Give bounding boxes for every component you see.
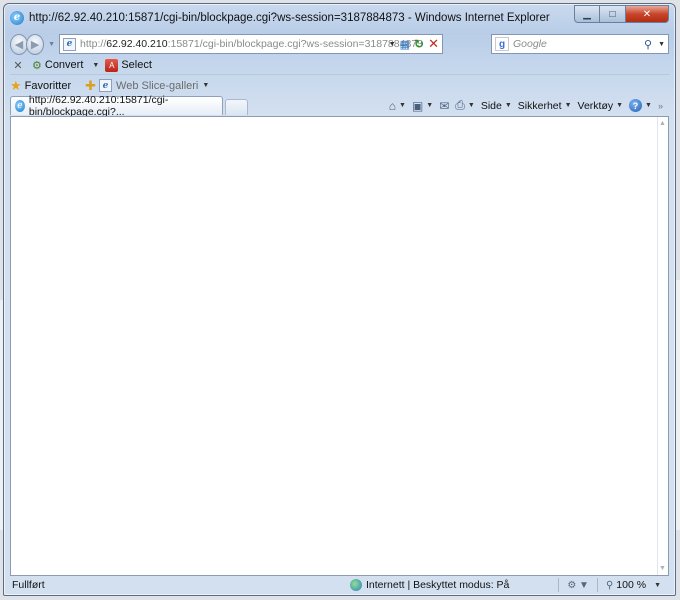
convert-button[interactable]: ⚙ Convert ▼ [32,59,99,72]
safety-menu-dropdown-icon: ▼ [564,102,572,109]
favorites-button[interactable]: ★ Favoritter [10,78,71,94]
convert-label: Convert [44,59,84,71]
browser-window: e http://62.92.40.210:15871/cgi-bin/bloc… [3,3,676,596]
web-slice-dropdown-icon[interactable]: ▼ [202,82,209,89]
more-tools-chevron-icon[interactable]: » [658,101,663,111]
page-menu-label: Side [480,99,502,112]
scroll-down-arrow-icon[interactable]: ▼ [659,565,666,572]
convert-icon: ⚙ [32,59,42,72]
tools-menu[interactable]: Verktøy ▼ [578,100,624,112]
page-content[interactable]: ▲ ▼ [10,116,669,576]
tab-page-icon: e [15,100,25,112]
safety-menu-label: Sikkerhet [517,99,562,112]
print-button[interactable]: ⎙ ▼ [455,98,475,113]
favorites-bar: ★ Favoritter ✚ e Web Slice-galleri ▼ [10,74,669,94]
status-bar: Fullført Internett | Beskyttet modus: På… [10,577,669,593]
vertical-scrollbar[interactable]: ▲ ▼ [657,117,668,575]
scroll-up-arrow-icon[interactable]: ▲ [659,120,666,127]
navigation-bar: ◀ ▶ ▼ e http://62.92.40.210:15871/cgi-bi… [10,32,669,56]
feeds-button[interactable]: ▣ ▼ [412,99,433,113]
tools-menu-label: Verktøy [577,99,614,112]
status-separator [596,578,598,592]
address-bar[interactable]: e http://62.92.40.210:15871/cgi-bin/bloc… [59,34,443,54]
web-slice-page-icon: e [99,79,113,92]
feeds-dropdown-icon[interactable]: ▼ [426,102,433,109]
address-dropdown-icon[interactable]: ▼ [389,41,396,48]
command-bar: ✕ ⚙ Convert ▼ A Select [10,57,669,73]
security-zone[interactable]: Internett | Beskyttet modus: På [350,579,509,591]
select-button[interactable]: A Select [105,58,152,72]
pdf-icon: A [105,58,119,72]
address-url[interactable]: http://62.92.40.210:15871/cgi-bin/blockp… [80,38,423,50]
zoom-dropdown-icon[interactable]: ▼ [654,582,661,589]
mail-icon: ✉ [439,98,450,113]
rss-feed-icon: ▣ [411,98,424,113]
page-menu[interactable]: Side ▼ [481,100,512,112]
search-placeholder[interactable]: Google [513,38,547,50]
search-icon[interactable]: ⚲ [644,38,652,51]
forward-arrow-icon: ▶ [30,38,40,51]
zoom-level: 100 % [616,579,647,591]
popup-settings-icon[interactable]: ⚙ ▼ [567,580,589,591]
security-zone-label: Internett | Beskyttet modus: På [366,579,510,591]
status-text: Fullført [12,579,45,591]
refresh-icon[interactable]: ↻ [414,37,424,51]
page-menu-dropdown-icon: ▼ [504,102,512,109]
help-menu[interactable]: ? ▼ [629,99,652,112]
home-dropdown-icon[interactable]: ▼ [399,102,406,109]
page-icon: e [63,37,76,51]
search-controls: ⚲ ▼ [644,38,665,51]
status-separator [558,578,560,592]
window-controls: ▁ □ ✕ [574,5,669,23]
zoom-icon: ⚲ [605,579,614,591]
toolbar-close-icon[interactable]: ✕ [10,59,26,72]
stop-icon[interactable]: ✕ [428,36,439,52]
google-icon: g [495,37,509,51]
tab-tools: ⌂ ▼ ▣ ▼ ✉ ⎙ ▼ Side ▼ Sikkerhet ▼ Verktøy ▼ ? ▼ … [389,98,669,115]
home-button[interactable]: ⌂ ▼ [389,99,406,113]
add-favorite-icon[interactable]: ✚ [85,78,96,94]
tab-blockpage[interactable]: e http://62.92.40.210:15871/cgi-bin/bloc… [10,94,223,118]
maximize-button[interactable]: □ [600,5,626,23]
print-dropdown-icon[interactable]: ▼ [468,102,475,109]
window-title: http://62.92.40.210:15871/cgi-bin/blockp… [29,11,550,24]
forward-button[interactable]: ▶ [26,33,45,55]
internet-zone-globe-icon [350,579,362,591]
select-label: Select [121,59,152,71]
zoom-button[interactable]: ⚲ 100 % [606,579,646,591]
web-slice-gallery-button[interactable]: ✚ e Web Slice-galleri ▼ [85,78,209,94]
address-tools: ▼ ▦ ↻ ✕ [389,36,439,52]
new-tab-button[interactable] [225,99,248,115]
safety-menu[interactable]: Sikkerhet ▼ [518,100,572,112]
help-icon: ? [629,99,643,112]
home-icon: ⌂ [388,98,397,113]
tools-menu-dropdown-icon: ▼ [616,102,624,109]
back-arrow-icon: ◀ [14,38,24,51]
tab-bar: e http://62.92.40.210:15871/cgi-bin/bloc… [10,94,669,118]
search-options-dropdown-icon[interactable]: ▼ [658,41,665,48]
minimize-button[interactable]: ▁ [574,5,600,23]
favorites-star-icon: ★ [10,77,22,93]
ie-icon: e [10,10,24,25]
mail-button[interactable]: ✉ [439,99,449,113]
tab-label: http://62.92.40.210:15871/cgi-bin/blockp… [28,94,169,118]
close-button[interactable]: ✕ [626,5,669,23]
compatibility-view-icon[interactable]: ▦ [400,38,410,51]
favorites-label: Favoritter [24,79,72,92]
title-bar: e http://62.92.40.210:15871/cgi-bin/bloc… [4,4,675,31]
recent-pages-dropdown[interactable]: ▼ [48,41,55,48]
background-window [676,280,680,530]
search-box[interactable]: g Google ⚲ ▼ [491,34,669,54]
web-slice-label: Web Slice-galleri [116,79,199,92]
status-right: ⚙ ▼ ⚲ 100 % ▼ [558,578,669,592]
convert-dropdown-icon[interactable]: ▼ [92,62,99,69]
help-dropdown-icon: ▼ [645,102,652,109]
printer-icon: ⎙ [455,98,465,112]
